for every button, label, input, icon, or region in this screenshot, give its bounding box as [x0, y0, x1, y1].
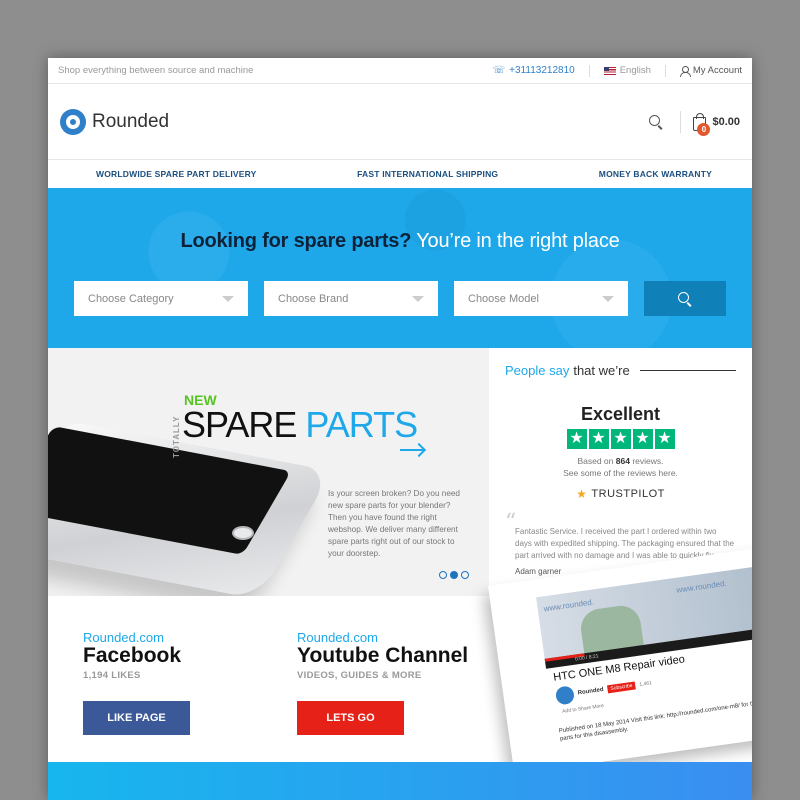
brand-select[interactable]: Choose Brand	[264, 281, 438, 316]
divider	[639, 370, 736, 371]
rating-label: Excellent	[580, 404, 661, 424]
cart-total: $0.00	[712, 115, 740, 128]
logo[interactable]: Rounded	[60, 108, 648, 135]
chevron-down-icon	[222, 295, 234, 302]
promo-title-dark: SPARE	[182, 404, 297, 445]
based-pre: Based on	[577, 456, 614, 466]
chevron-down-icon	[602, 295, 614, 302]
trustpilot-logo[interactable]: ★ TRUSTPILOT	[505, 487, 736, 501]
phone-home-button	[232, 526, 254, 540]
based-count: 864	[615, 456, 630, 466]
user-icon	[679, 65, 691, 77]
arrow-right-icon[interactable]	[400, 449, 424, 451]
lets-go-button[interactable]: LETS GO	[297, 701, 404, 735]
reviews-heading: People say that we’re	[505, 363, 736, 378]
youtube-sub: VIDEOS, GUIDES & MORE	[297, 670, 422, 681]
based-post: reviews.	[632, 456, 664, 466]
slider-dots	[439, 571, 469, 579]
video-actions: Add to Share More	[561, 703, 605, 715]
usp-warranty: MONEY BACK WARRANTY	[598, 169, 712, 179]
logo-mark-icon	[60, 108, 86, 135]
middle-section: TOTALLY NEW SPARE PARTS Is your screen b…	[48, 348, 752, 596]
cart-button[interactable]: 0 $0.00	[693, 112, 740, 136]
footer-band	[48, 762, 752, 800]
category-select-label: Choose Category	[88, 292, 174, 305]
slider-dot-3[interactable]	[461, 571, 469, 579]
phone-number: +31113212810	[509, 65, 575, 76]
video-url-text: www.rounded.	[543, 597, 595, 614]
divider	[680, 110, 682, 133]
reviews-heading-blue: People say	[505, 363, 570, 378]
star-icon: ★	[654, 429, 675, 449]
star-icon: ★	[632, 429, 653, 449]
phone-icon: ☏	[492, 65, 506, 76]
hero-title-light: You’re in the right place	[416, 230, 620, 252]
trustpilot-star-icon: ★	[576, 487, 588, 501]
star-rating: ★ ★ ★ ★ ★	[505, 429, 736, 449]
us-flag-icon	[603, 66, 616, 75]
hero-title-bold: Looking for spare parts?	[180, 230, 412, 252]
hero-title: Looking for spare parts? You’re in the r…	[48, 230, 752, 253]
facebook-block: Rounded.com Facebook 1,194 LIKES LIKE PA…	[83, 630, 190, 735]
hero-search: Looking for spare parts? You’re in the r…	[48, 188, 752, 348]
channel-name: Rounded	[577, 686, 605, 697]
language-label: English	[619, 65, 651, 76]
reviews-count: Based on 864 reviews. See some of the re…	[505, 455, 736, 479]
search-icon	[677, 291, 693, 307]
youtube-title: Youtube Channel	[297, 644, 469, 667]
logo-text: Rounded	[92, 110, 170, 132]
divider	[588, 64, 590, 77]
facebook-title: Facebook	[83, 644, 182, 667]
usp-delivery: WORLDWIDE SPARE PART DELIVERY	[96, 169, 257, 179]
usp-shipping: FAST INTERNATIONAL SHIPPING	[357, 169, 499, 179]
star-icon: ★	[588, 429, 609, 449]
review-author: Adam garner	[515, 567, 562, 576]
youtube-site: Rounded.com	[297, 630, 378, 645]
promo-slider: TOTALLY NEW SPARE PARTS Is your screen b…	[48, 348, 489, 596]
part-finder: Choose Category Choose Brand Choose Mode…	[74, 281, 726, 316]
search-icon[interactable]	[648, 114, 664, 130]
promo-title: SPARE PARTS	[182, 404, 418, 446]
part-search-button[interactable]	[644, 281, 726, 316]
star-icon: ★	[566, 429, 587, 449]
video-url-text: www.rounded.	[675, 578, 728, 595]
reviews-heading-rest: that we’re	[573, 363, 630, 378]
like-page-button[interactable]: LIKE PAGE	[83, 701, 190, 735]
chevron-down-icon	[412, 295, 424, 302]
top-bar: Shop everything between source and machi…	[48, 58, 752, 84]
trustpilot-label: TRUSTPILOT	[591, 488, 665, 500]
language-selector[interactable]: English	[603, 65, 651, 76]
youtube-block: Rounded.com Youtube Channel VIDEOS, GUID…	[297, 630, 468, 735]
star-icon: ★	[610, 429, 631, 449]
usp-bar: WORLDWIDE SPARE PART DELIVERY FAST INTER…	[48, 160, 752, 188]
social-section: Rounded.com Facebook 1,194 LIKES LIKE PA…	[48, 545, 752, 775]
category-select[interactable]: Choose Category	[74, 281, 248, 316]
promo-title-blue: PARTS	[305, 404, 418, 445]
facebook-site: Rounded.com	[83, 630, 164, 645]
phone-link[interactable]: ☏ +31113212810	[493, 65, 575, 76]
promo-totally: TOTALLY	[172, 415, 181, 458]
tagline: Shop everything between source and machi…	[58, 65, 254, 76]
model-select-label: Choose Model	[468, 292, 539, 305]
promo-text: Is your screen broken? Do you need new s…	[328, 489, 460, 558]
subscribe-button[interactable]: Subscribe	[606, 681, 637, 694]
my-account-link[interactable]: My Account	[679, 65, 742, 77]
video-description: Published on 18 May 2014 Visit this link…	[558, 698, 752, 743]
brand-select-label: Choose Brand	[278, 292, 349, 305]
facebook-likes: 1,194 LIKES	[83, 670, 141, 681]
channel-avatar	[554, 685, 576, 706]
header: Rounded 0 $0.00	[48, 84, 752, 160]
page: Shop everything between source and machi…	[48, 58, 752, 800]
see-reviews-link[interactable]: See some of the reviews here.	[563, 468, 678, 478]
account-label: My Account	[692, 65, 742, 76]
subscriber-count: 1,461	[639, 680, 653, 688]
divider	[664, 64, 666, 77]
slider-dot-1[interactable]	[439, 571, 447, 579]
model-select[interactable]: Choose Model	[454, 281, 628, 316]
cart-count-badge: 0	[697, 122, 711, 136]
slider-dot-2[interactable]	[450, 571, 458, 579]
youtube-screenshot: www.rounded. www.rounded. 0:00 / 8:21 HT…	[488, 545, 752, 775]
